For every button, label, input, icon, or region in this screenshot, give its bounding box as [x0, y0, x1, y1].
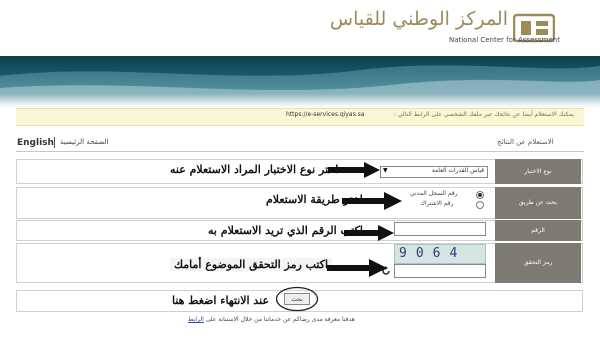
radio-civil-registry-label[interactable]: رقم السجل المدني	[410, 190, 458, 197]
radio-civil-registry[interactable]	[476, 191, 484, 199]
annotation-step-3: اكتب الرقم الذي تريد الاستعلام به	[208, 224, 363, 237]
number-input[interactable]	[394, 222, 486, 236]
exam-type-select[interactable]: قياس القدرات العامة ▼	[380, 166, 488, 178]
captcha-label: رمز التحقق	[495, 243, 581, 283]
captcha-image: 9064	[394, 244, 486, 264]
survey-text: هدفنا معرفة مدى رضاكم عن خدماتنا من خلال…	[205, 316, 355, 323]
eservices-link[interactable]: https://e-services.qiyas.sa	[286, 111, 364, 118]
arrow-right-icon	[327, 259, 387, 277]
annotation-step-4: اكتب رمز التحقق الموضوع أمامك	[170, 258, 333, 271]
arrow-right-icon	[328, 162, 380, 178]
arrow-right-icon	[342, 192, 402, 210]
notice-bar: يمكنك الاستعلام أيضا عن نتائجك عبر ملفك …	[16, 108, 584, 126]
highlight-oval	[275, 286, 319, 312]
logo-arabic-text: المركز الوطني للقياس	[329, 8, 508, 30]
english-link[interactable]: English	[17, 138, 54, 148]
exam-type-value: قياس القدرات العامة	[431, 167, 484, 174]
survey-link[interactable]: الرابط	[188, 316, 204, 323]
arrow-right-icon	[344, 225, 394, 241]
home-link[interactable]: الصفحة الرئيسية	[60, 138, 108, 146]
banner-fade	[0, 94, 600, 108]
nav-separator	[54, 137, 55, 148]
survey-footer: هدفنا معرفة مدى رضاكم عن خدماتنا من خلال…	[188, 316, 355, 323]
annotation-step-5: عند الانتهاء اضغط هنا	[172, 294, 270, 307]
notice-text: يمكنك الاستعلام أيضا عن نتائجك عبر ملفك …	[393, 111, 574, 118]
radio-subscription-label[interactable]: رقم الاشتراك	[420, 200, 454, 207]
logo-english-text: National Center for Assessment	[448, 36, 560, 44]
title-divider	[16, 151, 584, 152]
dropdown-arrow-icon: ▼	[383, 167, 388, 174]
page-title: الاستعلام عن النتائج	[497, 138, 554, 146]
header	[0, 0, 600, 58]
captcha-input[interactable]	[394, 264, 486, 278]
exam-type-label: نوع الاختبار	[495, 159, 581, 184]
number-label: الرقم	[495, 220, 581, 241]
radio-subscription-number[interactable]	[476, 201, 484, 209]
annotation-step-1: اختر نوع الاختبار المراد الاستعلام عنه	[170, 163, 339, 176]
search-by-label: بحث عن طريق	[495, 187, 581, 219]
